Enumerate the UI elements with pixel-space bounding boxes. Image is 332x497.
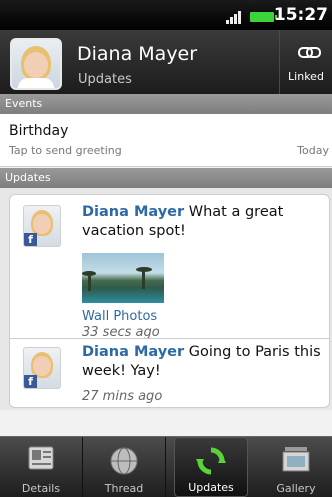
event-date: Today bbox=[297, 144, 329, 157]
avatar: f bbox=[23, 205, 61, 247]
avatar: f bbox=[23, 347, 61, 389]
update-author[interactable]: Diana Mayer bbox=[82, 204, 184, 220]
wall-photos-link[interactable]: Wall Photos bbox=[82, 309, 157, 324]
gallery-icon bbox=[282, 447, 310, 472]
tab-thread[interactable]: Thread bbox=[83, 437, 166, 497]
update-time: 27 mins ago bbox=[82, 389, 163, 404]
update-text: Diana Mayer What a great vacation spot! bbox=[82, 203, 322, 241]
contact-subtitle: Updates bbox=[78, 72, 132, 87]
photo-thumbnail[interactable] bbox=[82, 253, 164, 303]
status-bar: 15:27 bbox=[0, 0, 332, 30]
tab-gallery[interactable]: Gallery bbox=[260, 437, 332, 497]
linked-button[interactable]: Linked bbox=[279, 30, 332, 94]
contact-name: Diana Mayer bbox=[77, 43, 198, 65]
facebook-icon: f bbox=[24, 375, 37, 388]
contact-card-icon bbox=[28, 446, 54, 470]
tab-label: Details bbox=[21, 482, 61, 495]
tab-label: Thread bbox=[104, 482, 144, 495]
event-title: Birthday bbox=[9, 123, 69, 139]
update-item[interactable]: f Diana Mayer Going to Paris this week! … bbox=[9, 338, 330, 408]
update-item[interactable]: f Diana Mayer What a great vacation spot… bbox=[9, 194, 330, 342]
event-subtitle: Tap to send greeting bbox=[9, 144, 122, 157]
linked-label: Linked bbox=[288, 70, 324, 83]
link-icon bbox=[298, 47, 321, 58]
signal-icon bbox=[226, 10, 242, 24]
tab-updates[interactable]: Updates bbox=[174, 437, 248, 497]
tab-label: Gallery bbox=[276, 482, 316, 495]
avatar[interactable] bbox=[10, 38, 62, 90]
status-time: 15:27 bbox=[273, 5, 328, 25]
update-text: Diana Mayer Going to Paris this week! Ya… bbox=[82, 343, 322, 381]
updates-section-header: Updates bbox=[0, 168, 332, 188]
tab-label: Updates bbox=[188, 481, 234, 494]
tab-bar: Details Thread Updates Gallery bbox=[0, 436, 332, 497]
contact-header: Diana Mayer Updates Linked bbox=[0, 30, 332, 95]
events-section-header: Events bbox=[0, 94, 332, 114]
battery-icon bbox=[250, 12, 277, 22]
tab-details[interactable]: Details bbox=[0, 437, 83, 497]
event-item-birthday[interactable]: Birthday Tap to send greeting Today bbox=[0, 114, 332, 167]
updates-list: f Diana Mayer What a great vacation spot… bbox=[0, 188, 332, 410]
globe-icon bbox=[110, 447, 138, 475]
facebook-icon: f bbox=[24, 233, 37, 246]
refresh-icon bbox=[196, 447, 226, 475]
update-author[interactable]: Diana Mayer bbox=[82, 344, 184, 360]
